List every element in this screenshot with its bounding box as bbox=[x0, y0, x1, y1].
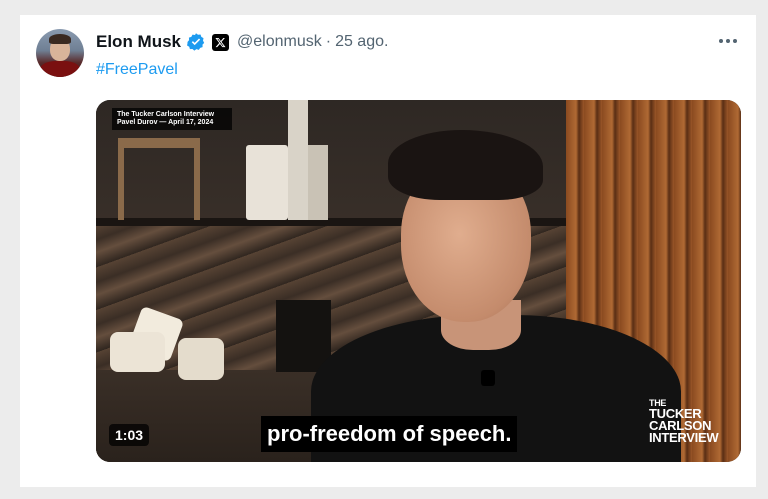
video-duration: 1:03 bbox=[109, 424, 150, 446]
more-options-icon[interactable] bbox=[716, 31, 740, 51]
author-name[interactable]: Elon Musk bbox=[96, 32, 181, 52]
avatar-suit bbox=[40, 61, 80, 77]
show-logo: THE TUCKER CARLSON INTERVIEW bbox=[649, 398, 734, 444]
stool-decor bbox=[118, 138, 200, 220]
more-dot bbox=[726, 39, 730, 43]
tweet-header: Elon Musk @elonmusk · 25 ago. bbox=[96, 31, 388, 53]
author-avatar[interactable] bbox=[36, 29, 84, 77]
logo-line: INTERVIEW bbox=[649, 430, 719, 445]
avatar-hair bbox=[49, 34, 71, 44]
geometric-decor bbox=[178, 338, 224, 380]
verified-badge-icon[interactable] bbox=[186, 32, 206, 52]
vase-decor bbox=[246, 145, 288, 220]
vase-decor bbox=[288, 100, 308, 220]
tweet-card[interactable]: Elon Musk @elonmusk · 25 ago. #FreePavel bbox=[20, 15, 756, 487]
author-handle[interactable]: @elonmusk bbox=[237, 33, 322, 51]
person-hair bbox=[388, 130, 543, 200]
hashtag-link[interactable]: #FreePavel bbox=[96, 61, 178, 79]
more-dot bbox=[733, 39, 737, 43]
video-player[interactable]: The Tucker Carlson Interview Pavel Durov… bbox=[96, 100, 741, 462]
interview-caption-badge: The Tucker Carlson Interview Pavel Durov… bbox=[112, 108, 232, 130]
video-subtitle: pro-freedom of speech. bbox=[261, 416, 518, 452]
more-dot bbox=[719, 39, 723, 43]
lapel-mic bbox=[481, 370, 495, 386]
x-logo-icon bbox=[212, 33, 230, 51]
separator-dot: · bbox=[325, 33, 332, 50]
vase-decor bbox=[308, 145, 328, 220]
geometric-decor bbox=[110, 332, 165, 372]
tweet-date[interactable]: 25 ago. bbox=[335, 33, 388, 51]
